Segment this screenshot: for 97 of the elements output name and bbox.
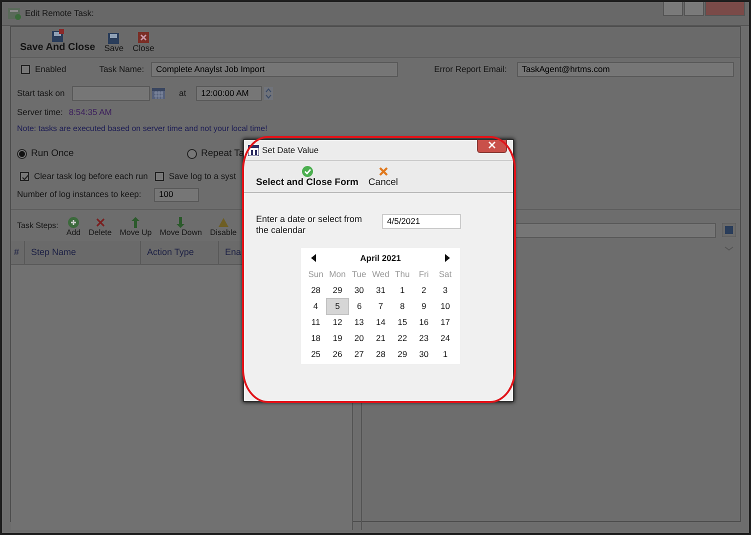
- weekday-label: Thu: [394, 268, 411, 281]
- calendar-day[interactable]: 15: [392, 314, 414, 330]
- calendar-day[interactable]: 29: [326, 282, 348, 298]
- checkbox[interactable]: [20, 172, 29, 181]
- calendar-day[interactable]: 31: [370, 282, 392, 298]
- toolbar-button[interactable]: Disable: [210, 216, 237, 238]
- calendar-day[interactable]: 20: [348, 330, 370, 346]
- cancel-icon: [376, 164, 390, 178]
- warning-icon: [216, 216, 230, 229]
- field-label: Server time:: [17, 106, 63, 119]
- calendar-day[interactable]: 13: [348, 314, 370, 330]
- calendar-day[interactable]: 16: [413, 314, 434, 330]
- field-label: Number of log instances to keep:: [17, 188, 142, 202]
- time-field[interactable]: 12:00:00 AM: [196, 86, 262, 101]
- field-label: Task Name:: [99, 63, 146, 76]
- calendar-day[interactable]: 11: [305, 314, 327, 330]
- spinner-icon: [264, 87, 274, 100]
- calendar-day[interactable]: 8: [392, 298, 414, 314]
- weekday-label: Tue: [350, 268, 368, 281]
- text-field[interactable]: Complete Anaylst Job Import: [151, 62, 398, 77]
- app-icon: [8, 7, 21, 20]
- close-button[interactable]: [477, 140, 507, 153]
- toolbar-label: Task Steps:: [17, 220, 58, 232]
- toolbar-button[interactable]: Move Down: [160, 216, 202, 238]
- close-icon: [136, 30, 150, 44]
- weekday-label: Mon: [328, 268, 347, 281]
- number-field[interactable]: 100: [154, 188, 199, 202]
- close-icon: [488, 141, 496, 150]
- radio-button[interactable]: [187, 148, 197, 159]
- calendar-day[interactable]: 18: [305, 330, 327, 346]
- plus-icon: [66, 216, 80, 229]
- calendar-day[interactable]: 4: [305, 298, 327, 314]
- calendar-day[interactable]: 6: [348, 298, 370, 314]
- date-field[interactable]: 4/5/2021: [382, 214, 461, 229]
- down-arrow-icon: [174, 216, 188, 229]
- calendar-day[interactable]: 29: [392, 346, 414, 362]
- note-text: Note: tasks are executed based on server time and not your local time!: [17, 122, 268, 135]
- calendar-day[interactable]: 24: [434, 330, 456, 346]
- calendar-day[interactable]: 22: [392, 330, 414, 346]
- chevron-down-icon: [724, 246, 734, 252]
- field-label: at: [179, 87, 186, 100]
- floppy-icon: [107, 30, 120, 44]
- server-time: 8:54:35 AM: [68, 106, 112, 119]
- calendar-day[interactable]: 9: [413, 298, 434, 314]
- weekday-label: Sat: [438, 268, 453, 281]
- prompt-text: Enter a date or select from the calendar: [256, 214, 364, 236]
- calendar-day[interactable]: 2: [413, 282, 434, 298]
- calendar-day[interactable]: 12: [326, 314, 348, 330]
- checkbox-label: Enabled: [35, 63, 66, 76]
- toolbar-button[interactable]: Add: [66, 216, 81, 238]
- checkbox-label: Clear task log before each run: [34, 170, 148, 183]
- calendar-day[interactable]: 3: [434, 282, 456, 298]
- delete-icon: [94, 216, 107, 229]
- calendar-day[interactable]: 1: [392, 282, 414, 298]
- field-label: Error Report Email:: [434, 63, 508, 76]
- weekday-label: Fri: [418, 268, 430, 281]
- weekday-label: Wed: [371, 268, 390, 281]
- calendar-day[interactable]: 30: [413, 346, 434, 362]
- calendar-day[interactable]: 5: [326, 298, 348, 314]
- calendar-day[interactable]: 30: [348, 282, 370, 298]
- calendar-day[interactable]: 26: [326, 346, 348, 362]
- calendar-day[interactable]: 23: [413, 330, 434, 346]
- calendar-day[interactable]: 19: [326, 330, 348, 346]
- radio-button[interactable]: [17, 148, 27, 159]
- calendar-day[interactable]: 1: [434, 346, 456, 362]
- weekday-label: Sun: [307, 268, 324, 281]
- floppy-icon: [51, 29, 64, 42]
- toolbar-button[interactable]: Delete: [88, 216, 112, 238]
- checkbox-label: Save log to a syst: [168, 170, 236, 183]
- calendar-day[interactable]: 14: [370, 314, 392, 330]
- calendar-day[interactable]: 10: [434, 298, 456, 314]
- dialog-title: Set Date Value: [262, 144, 319, 156]
- next-month-icon: [444, 254, 450, 262]
- checkbox[interactable]: [21, 65, 30, 74]
- date-field[interactable]: [72, 86, 150, 101]
- calendar-day[interactable]: 21: [370, 330, 392, 346]
- toolbar-button[interactable]: Move Up: [120, 216, 152, 238]
- month-title: April 2021: [360, 252, 401, 264]
- email-field[interactable]: TaskAgent@hrtms.com: [516, 62, 734, 77]
- previous-month-icon: [311, 254, 316, 262]
- calendar-day[interactable]: 17: [434, 314, 456, 330]
- floppy-icon: [722, 223, 736, 238]
- calendar-icon: [248, 144, 259, 156]
- checkbox[interactable]: [154, 172, 164, 181]
- check-icon: [300, 164, 314, 178]
- calendar-day[interactable]: 28: [305, 282, 327, 298]
- calendar-day[interactable]: 7: [370, 298, 392, 314]
- toolbar-button[interactable]: Cancel: [368, 164, 398, 188]
- up-arrow-icon: [129, 216, 142, 229]
- toolbar-button[interactable]: Select and Close Form: [256, 164, 358, 188]
- window-title: Edit Remote Task:: [25, 7, 94, 20]
- field-label: Start task on: [17, 87, 66, 100]
- radio-label: Run Once: [31, 146, 74, 161]
- calendar-icon: [152, 87, 165, 100]
- calendar-day[interactable]: 27: [348, 346, 370, 362]
- calendar-day[interactable]: 25: [305, 346, 327, 362]
- calendar-day[interactable]: 28: [370, 346, 392, 362]
